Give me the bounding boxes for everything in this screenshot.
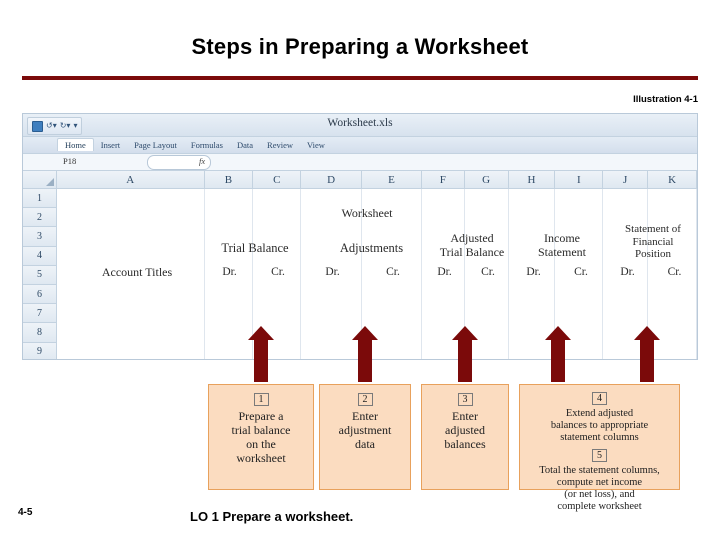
column-header-g[interactable]: G [464, 171, 509, 188]
column-header-h[interactable]: H [508, 171, 556, 188]
row-header-7[interactable]: 7 [23, 304, 56, 324]
tab-data[interactable]: Data [230, 139, 260, 151]
ribbon-tabs: Home Insert Page Layout Formulas Data Re… [57, 138, 332, 151]
column-header-i[interactable]: I [555, 171, 604, 188]
row-headers: 1 2 3 4 5 6 7 8 9 [23, 189, 57, 359]
learning-objective-footer: LO 1 Prepare a worksheet. [190, 509, 354, 524]
step-number-4: 4 [592, 392, 607, 405]
tab-view[interactable]: View [300, 139, 332, 151]
step-number-3: 3 [457, 393, 473, 406]
row-header-1[interactable]: 1 [23, 189, 56, 209]
step-number-1: 1 [253, 393, 269, 406]
arrow-head-icon [634, 326, 660, 340]
step-text-1: Prepare a trial balance on the worksheet [231, 409, 291, 466]
arrow-shaft [358, 340, 372, 382]
fx-icon[interactable]: fx [199, 156, 205, 166]
arrow-step-4 [545, 326, 571, 382]
arrow-head-icon [248, 326, 274, 340]
step-text-5: Total the statement columns, compute net … [539, 464, 660, 513]
step-text-3: Enter adjusted balances [444, 409, 486, 452]
column-header-j[interactable]: J [603, 171, 649, 188]
arrow-shaft [254, 340, 268, 382]
page-title: Steps in Preparing a Worksheet [191, 34, 529, 59]
column-headers: A B C D E F G H I J K [57, 171, 697, 189]
column-header-a[interactable]: A [57, 171, 205, 188]
page-number: 4-5 [18, 507, 33, 518]
tab-insert[interactable]: Insert [94, 139, 127, 151]
row-header-9[interactable]: 9 [23, 342, 56, 359]
illustration-label: Illustration 4-1 [633, 94, 698, 105]
row-header-6[interactable]: 6 [23, 284, 56, 305]
arrow-shaft [640, 340, 654, 382]
row-header-2[interactable]: 2 [23, 208, 56, 228]
grid-column-a[interactable] [57, 189, 205, 359]
select-all-corner[interactable] [23, 171, 57, 189]
step-number-5: 5 [592, 448, 607, 462]
arrow-shaft [458, 340, 472, 382]
tab-home[interactable]: Home [57, 138, 94, 151]
tab-formulas[interactable]: Formulas [184, 139, 230, 151]
row-header-5[interactable]: 5 [23, 265, 56, 285]
row-header-3[interactable]: 3 [23, 227, 56, 247]
column-header-b[interactable]: B [204, 171, 254, 188]
arrow-head-icon [545, 326, 571, 340]
row-header-8[interactable]: 8 [23, 323, 56, 343]
arrow-step-5 [634, 326, 660, 382]
step-box-3: 3 Enter adjusted balances [421, 384, 509, 490]
name-box[interactable]: P18 [63, 156, 76, 166]
step-box-4-5: 4 Extend adjusted balances to appropriate… [519, 384, 680, 512]
step-number-2: 2 [357, 393, 373, 406]
spreadsheet-titlebar: ↺▾ ↻▾ ▾ Worksheet.xls [23, 114, 697, 137]
column-header-e[interactable]: E [362, 171, 422, 188]
arrow-head-icon [352, 326, 378, 340]
tab-review[interactable]: Review [260, 139, 300, 151]
row-header-4[interactable]: 4 [23, 246, 56, 266]
arrow-shaft [551, 340, 565, 382]
grid-column-b[interactable] [205, 189, 254, 359]
tab-page-layout[interactable]: Page Layout [127, 139, 184, 151]
step-text-2: Enter adjustment data [338, 409, 392, 452]
arrow-step-3 [452, 326, 478, 382]
step-text-4: Extend adjusted balances to appropriate st… [550, 408, 649, 444]
column-header-f[interactable]: F [421, 171, 465, 188]
title-divider [22, 76, 698, 80]
column-header-c[interactable]: C [253, 171, 302, 188]
formula-bar: P18 fx [23, 154, 697, 171]
arrow-step-2 [352, 326, 378, 382]
column-header-k[interactable]: K [648, 171, 697, 188]
column-header-d[interactable]: D [301, 171, 363, 188]
step-box-2: 2 Enter adjustment data [319, 384, 411, 490]
step-box-1: 1 Prepare a trial balance on the worksheet [208, 384, 314, 490]
document-title: Worksheet.xls [327, 117, 393, 129]
ribbon-tab-bar: Home Insert Page Layout Formulas Data Re… [23, 137, 697, 154]
spreadsheet-window: ↺▾ ↻▾ ▾ Worksheet.xls Home Insert Page L… [22, 113, 698, 360]
arrow-head-icon [452, 326, 478, 340]
arrow-step-1 [248, 326, 274, 382]
